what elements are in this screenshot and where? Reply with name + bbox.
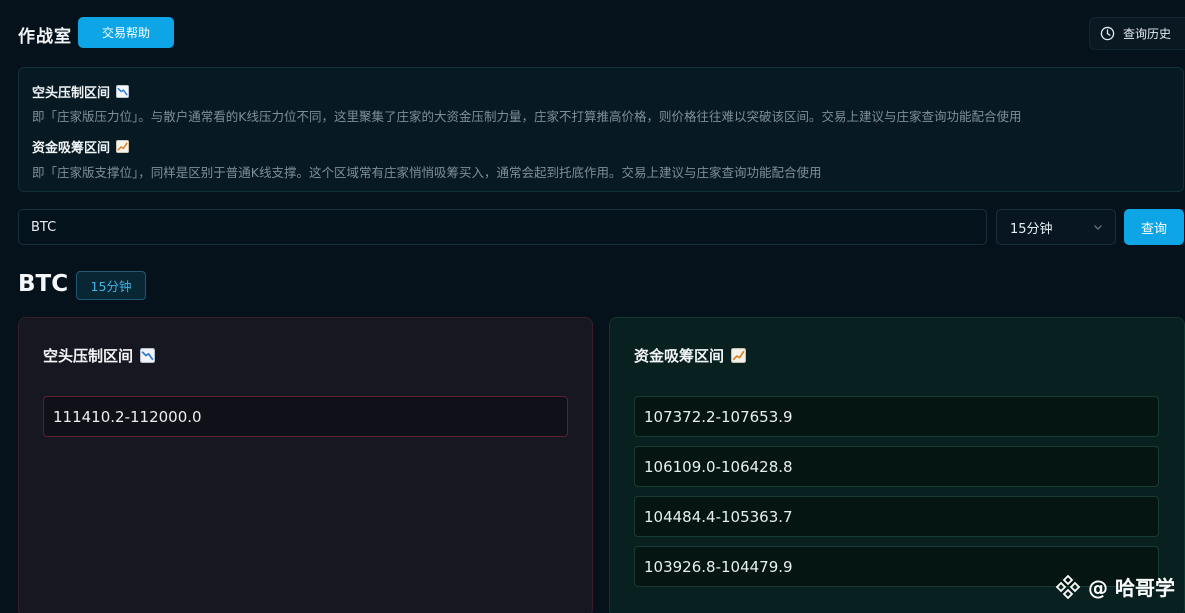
support-range-item: 104484.4-105363.7: [634, 496, 1159, 537]
resistance-info-heading: 空头压制区间: [32, 82, 130, 101]
resistance-card-title: 空头压制区间: [43, 345, 156, 366]
chevron-down-icon: [1094, 225, 1102, 230]
header: 作战室 交易帮助 查询历史: [18, 16, 1185, 50]
query-button[interactable]: 查询: [1124, 209, 1184, 245]
query-history-label: 查询历史: [1123, 27, 1172, 41]
resistance-card-label: 空头压制区间: [43, 347, 134, 365]
support-range-item: 106109.0-106428.8: [634, 446, 1159, 487]
resistance-info-description: 即「庄家版压力位」。与散户通常看的K线压力位不同，这里聚集了庄家的大资金压制力量…: [32, 109, 1022, 124]
resistance-range-item: 111410.2-112000.0: [43, 396, 568, 437]
resistance-info-title: 空头压制区间: [32, 86, 111, 101]
diamond-logo-icon: [1055, 574, 1081, 599]
support-info-description: 即「庄家版支撑位」，同样是区别于普通K线支撑。这个区域常有庄家悄悄吸筹买入，通常…: [32, 165, 822, 180]
chart-increasing-icon: [731, 348, 747, 363]
page-title: 作战室: [18, 27, 72, 47]
resistance-card: 空头压制区间 111410.2-112000.0: [18, 317, 593, 613]
clock-icon: [1100, 26, 1115, 41]
interval-select[interactable]: 15分钟: [996, 209, 1116, 245]
support-info-heading: 资金吸筹区间: [32, 137, 130, 156]
interval-select-value: 15分钟: [1010, 221, 1053, 237]
result-symbol: BTC: [18, 271, 69, 297]
chart-increasing-icon: [116, 140, 130, 153]
symbol-input[interactable]: [18, 209, 987, 245]
support-info-title: 资金吸筹区间: [32, 141, 111, 156]
watermark-text: @ 哈哥学: [1088, 576, 1175, 600]
watermark: @ 哈哥学: [1054, 572, 1175, 601]
support-range-item: 107372.2-107653.9: [634, 396, 1159, 437]
interval-badge: 15分钟: [76, 271, 146, 300]
info-panel: 空头压制区间 即「庄家版压力位」。与散户通常看的K线压力位不同，这里聚集了庄家的…: [18, 67, 1184, 192]
chart-decreasing-icon: [140, 348, 156, 363]
support-card-label: 资金吸筹区间: [634, 347, 725, 365]
chart-decreasing-icon: [116, 85, 130, 98]
trading-help-button[interactable]: 交易帮助: [78, 17, 174, 48]
support-card-title: 资金吸筹区间: [634, 345, 747, 366]
support-card: 资金吸筹区间 107372.2-107653.9 106109.0-106428…: [609, 317, 1185, 613]
war-room-page: 作战室 交易帮助 查询历史 空头压制区间 即「庄家版压力位」。与散户通常看的K线…: [0, 0, 1185, 613]
query-history-button[interactable]: 查询历史: [1089, 17, 1185, 50]
